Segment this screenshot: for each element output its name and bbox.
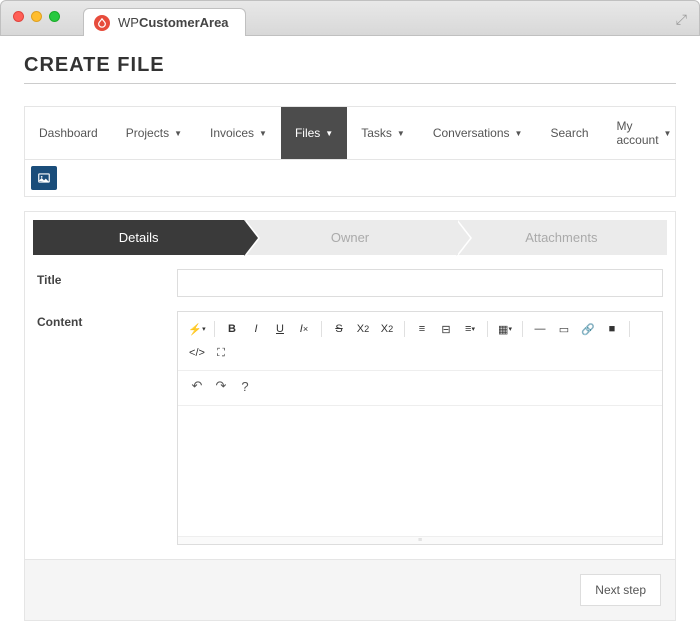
chevron-down-icon: ▼ (325, 129, 333, 138)
nav-invoices[interactable]: Invoices▼ (196, 107, 281, 159)
browser-tab[interactable]: WPCustomerArea (83, 8, 246, 36)
title-label: Title (37, 269, 177, 297)
chevron-down-icon: ▼ (259, 129, 267, 138)
brand-logo-icon (94, 15, 110, 31)
table-icon[interactable]: ▦▾ (494, 318, 516, 340)
secondary-toolbar (24, 160, 676, 197)
close-window-icon[interactable] (13, 11, 24, 22)
chevron-down-icon: ▼ (397, 129, 405, 138)
code-icon[interactable]: </> (186, 342, 208, 364)
resize-handle-icon[interactable]: ≡ (178, 536, 662, 544)
help-icon[interactable]: ? (234, 375, 256, 397)
window-chrome: WPCustomerArea ⤢ (0, 0, 700, 36)
title-row: Title (33, 269, 667, 297)
strikethrough-icon[interactable]: S (328, 318, 350, 340)
chevron-down-icon: ▼ (664, 129, 672, 138)
nav-search[interactable]: Search (536, 107, 602, 159)
superscript-icon[interactable]: X2 (352, 318, 374, 340)
maximize-window-icon[interactable] (49, 11, 60, 22)
nav-conversations[interactable]: Conversations▼ (419, 107, 537, 159)
wizard-step-attachments[interactable]: Attachments (456, 220, 667, 255)
title-input[interactable] (177, 269, 663, 297)
italic-icon[interactable]: I (245, 318, 267, 340)
expand-icon[interactable]: ⤢ (676, 11, 687, 28)
clear-format-icon[interactable]: I× (293, 318, 315, 340)
page-title: CREATE FILE (24, 54, 676, 84)
separator (404, 321, 405, 337)
bold-icon[interactable]: B (221, 318, 243, 340)
form-footer: Next step (25, 559, 675, 620)
image-icon[interactable]: ▭ (553, 318, 575, 340)
wizard-step-details[interactable]: Details (33, 220, 244, 255)
form-panel: Details Owner Attachments Title Content … (24, 211, 676, 621)
content-label: Content (37, 311, 177, 545)
ordered-list-icon[interactable]: ⊟ (435, 318, 457, 340)
hr-icon[interactable]: — (529, 318, 551, 340)
nav-my-account[interactable]: My account▼ (603, 107, 686, 159)
chevron-down-icon: ▼ (515, 129, 523, 138)
undo-icon[interactable]: ↶ (186, 375, 208, 397)
editor-toolbar: ⚡▾ B I U I× S X2 X2 ≡ ⊟ ≡▾ (178, 312, 662, 371)
page-content: CREATE FILE Dashboard Projects▼ Invoices… (0, 36, 700, 639)
subscript-icon[interactable]: X2 (376, 318, 398, 340)
separator (321, 321, 322, 337)
nav-files[interactable]: Files▼ (281, 107, 347, 159)
paragraph-icon[interactable]: ≡▾ (459, 318, 481, 340)
editor-toolbar-row2: ↶ ↷ ? (178, 371, 662, 406)
separator (522, 321, 523, 337)
action-icon-button[interactable] (31, 166, 57, 190)
wizard-steps: Details Owner Attachments (33, 220, 667, 255)
separator (487, 321, 488, 337)
wizard-step-owner[interactable]: Owner (244, 220, 455, 255)
traffic-lights (13, 11, 60, 22)
underline-icon[interactable]: U (269, 318, 291, 340)
minimize-window-icon[interactable] (31, 11, 42, 22)
separator (214, 321, 215, 337)
nav-tasks[interactable]: Tasks▼ (347, 107, 419, 159)
tab-title: WPCustomerArea (118, 15, 229, 30)
redo-icon[interactable]: ↷ (210, 375, 232, 397)
content-row: Content ⚡▾ B I U I× S X2 X2 (33, 311, 667, 545)
nav-dashboard[interactable]: Dashboard (25, 107, 112, 159)
chevron-down-icon: ▼ (174, 129, 182, 138)
next-step-button[interactable]: Next step (580, 574, 661, 606)
link-icon[interactable]: 🔗 (577, 318, 599, 340)
nav-projects[interactable]: Projects▼ (112, 107, 196, 159)
separator (629, 321, 630, 337)
unordered-list-icon[interactable]: ≡ (411, 318, 433, 340)
editor-textarea[interactable] (178, 406, 662, 536)
rich-text-editor: ⚡▾ B I U I× S X2 X2 ≡ ⊟ ≡▾ (177, 311, 663, 545)
main-nav: Dashboard Projects▼ Invoices▼ Files▼ Tas… (24, 106, 676, 160)
fullscreen-icon[interactable]: ⛶ (210, 342, 232, 364)
video-icon[interactable]: ■ (601, 318, 623, 340)
magic-icon[interactable]: ⚡▾ (186, 318, 208, 340)
